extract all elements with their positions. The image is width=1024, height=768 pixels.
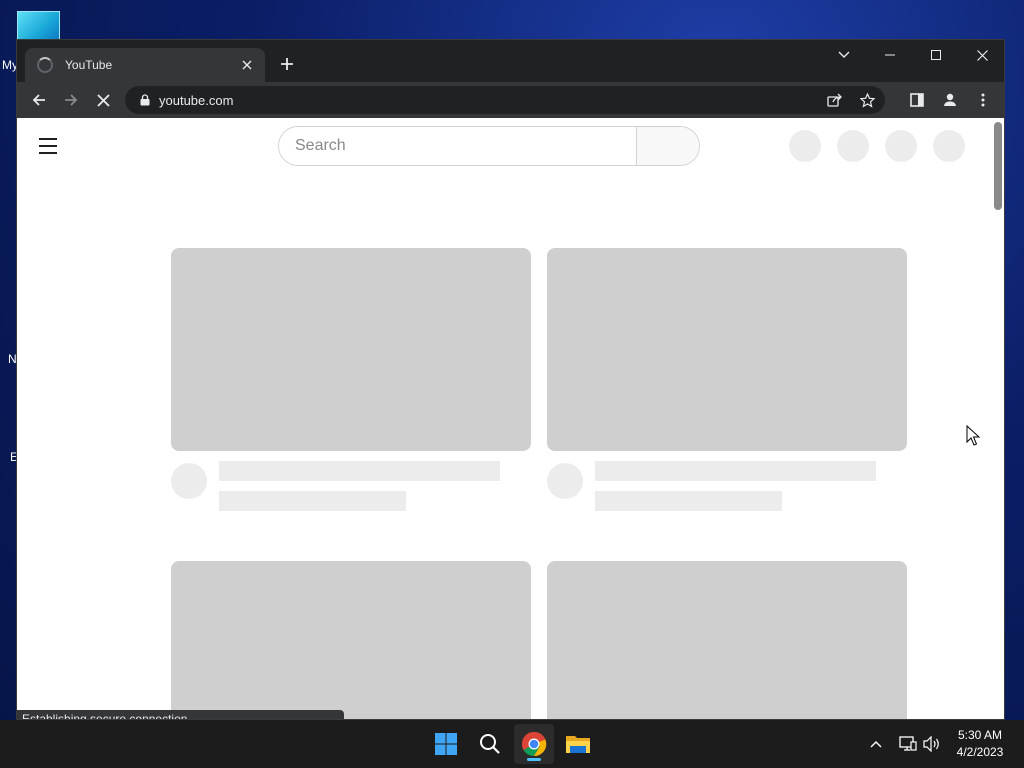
clock-date: 4/2/2023 <box>956 745 1004 759</box>
url-text: youtube.com <box>159 92 234 108</box>
windows-logo-icon <box>435 733 457 755</box>
channel-avatar-placeholder <box>547 463 583 499</box>
status-bubble: Establishing secure connection... <box>17 710 344 719</box>
kebab-menu-icon[interactable] <box>969 86 997 114</box>
youtube-page: Establishing secure connection... <box>17 118 1004 719</box>
header-placeholder-circle <box>789 130 821 162</box>
lock-icon[interactable] <box>131 94 159 106</box>
chrome-icon <box>521 731 547 757</box>
volume-icon[interactable] <box>920 732 944 756</box>
video-thumbnail-placeholder <box>171 248 531 451</box>
spinner-icon <box>37 57 53 73</box>
meta-line-placeholder <box>595 491 782 511</box>
star-icon[interactable] <box>853 86 881 114</box>
system-clock[interactable]: 5:30 AM 4/2/2023 <box>948 727 1012 761</box>
folder-icon <box>566 736 590 753</box>
video-thumbnail-placeholder <box>547 561 907 719</box>
stop-loading-button[interactable] <box>89 86 117 114</box>
close-icon[interactable] <box>235 53 259 77</box>
tab-title: YouTube <box>65 58 113 72</box>
tab-youtube[interactable]: YouTube <box>25 48 265 82</box>
header-placeholder-circle <box>885 130 917 162</box>
chevron-down-icon <box>838 51 850 58</box>
window-close-button[interactable] <box>959 40 1004 70</box>
browser-toolbar: youtube.com <box>17 82 1004 118</box>
header-placeholder-circle <box>837 130 869 162</box>
close-icon <box>96 93 110 107</box>
search-input[interactable] <box>279 127 636 165</box>
header-placeholder-circle <box>933 130 965 162</box>
arrow-left-icon <box>32 94 45 106</box>
address-bar[interactable]: youtube.com <box>125 86 885 114</box>
browser-window: YouTube youtube.com Search Establishing … <box>16 39 1005 720</box>
channel-avatar-placeholder <box>171 463 207 499</box>
minimize-button[interactable] <box>867 40 913 70</box>
clock-time: 5:30 AM <box>957 728 1003 742</box>
video-thumbnail-placeholder <box>547 248 907 451</box>
maximize-button[interactable] <box>913 40 959 70</box>
taskbar-search-button[interactable] <box>470 724 510 764</box>
side-panel-icon[interactable] <box>903 86 931 114</box>
forward-button[interactable] <box>57 86 85 114</box>
new-tab-button[interactable] <box>275 52 299 76</box>
back-button[interactable] <box>25 86 53 114</box>
active-app-indicator <box>527 758 541 761</box>
search-button[interactable] <box>636 127 699 165</box>
taskbar: 5:30 AM 4/2/2023 <box>0 720 1024 768</box>
taskbar-chrome-button[interactable] <box>514 724 554 764</box>
title-line-placeholder <box>219 461 500 481</box>
share-icon[interactable] <box>821 86 849 114</box>
search-bar <box>278 126 700 166</box>
plus-icon <box>281 58 293 70</box>
chevron-up-icon[interactable] <box>864 732 888 756</box>
tab-search-button[interactable] <box>821 40 867 70</box>
taskbar-explorer-button[interactable] <box>558 724 598 764</box>
scrollbar[interactable] <box>994 122 1002 210</box>
tab-strip: YouTube <box>17 40 1004 82</box>
network-icon[interactable] <box>896 732 920 756</box>
hamburger-icon[interactable] <box>39 134 65 158</box>
profile-icon[interactable] <box>936 86 964 114</box>
arrow-right-icon <box>65 94 78 106</box>
video-thumbnail-placeholder <box>171 561 531 719</box>
desktop-shortcut-icon[interactable] <box>17 11 60 41</box>
mouse-cursor-icon <box>966 425 980 446</box>
close-icon <box>976 49 988 61</box>
title-line-placeholder <box>595 461 876 481</box>
start-button[interactable] <box>426 724 466 764</box>
search-icon <box>480 734 500 754</box>
meta-line-placeholder <box>219 491 406 511</box>
